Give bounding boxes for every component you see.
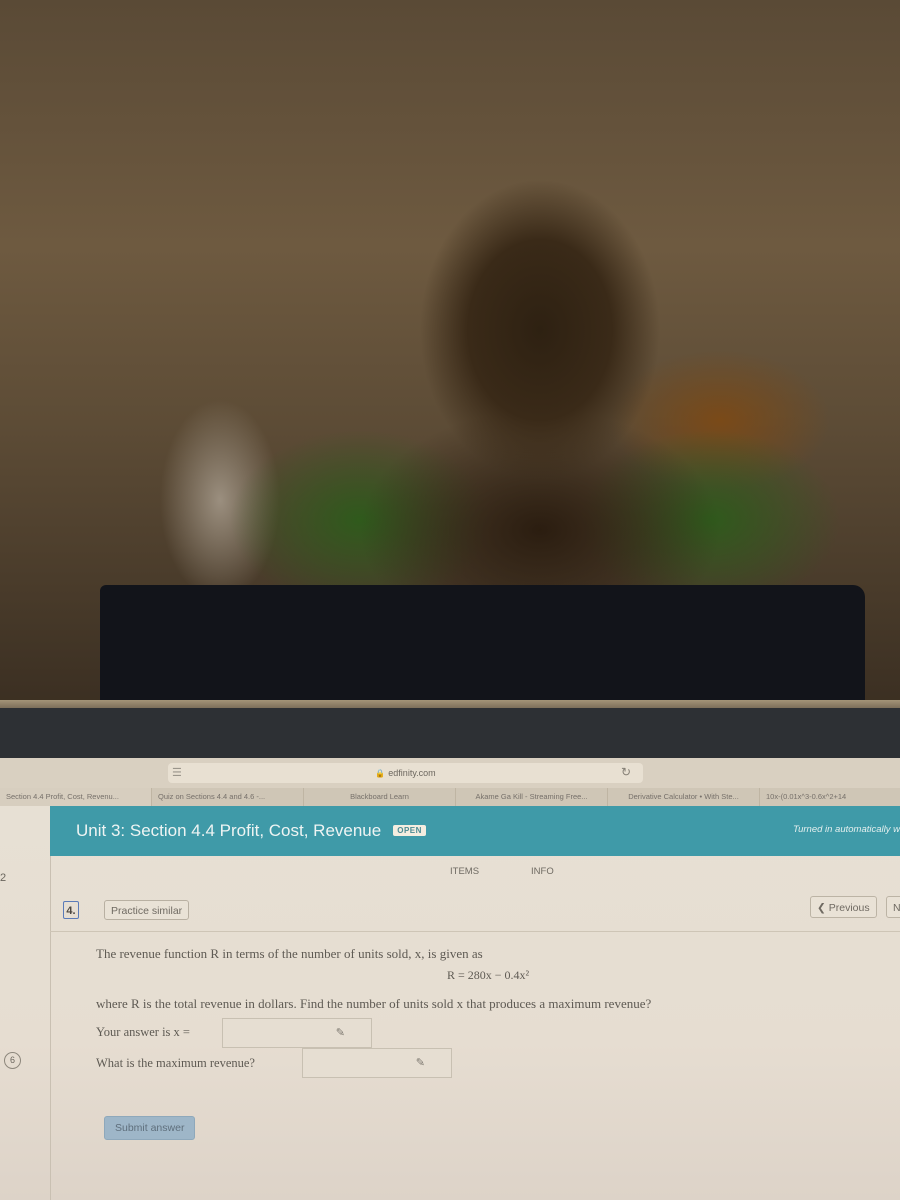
nav-tabs: ITEMS INFO (450, 866, 554, 877)
next-button[interactable]: N (886, 896, 900, 918)
answer1-label: Your answer is x = (96, 1025, 190, 1039)
edfinity-page: 2 6 Unit 3: Section 4.4 Profit, Cost, Re… (0, 806, 900, 1200)
browser-tab[interactable]: Blackboard Learn (304, 788, 456, 806)
browser-toolbar: ☰ 🔒 edfinity.com ↻ (0, 758, 900, 788)
status-badge: OPEN (393, 825, 426, 836)
pencil-icon[interactable]: ✎ (416, 1056, 425, 1069)
assignment-banner: Unit 3: Section 4.4 Profit, Cost, Revenu… (50, 806, 900, 856)
browser-tab[interactable]: Akame Ga Kill - Streaming Free... (456, 788, 608, 806)
tab-info[interactable]: INFO (531, 866, 554, 877)
assignment-title: Unit 3: Section 4.4 Profit, Cost, Revenu… (76, 821, 382, 840)
browser-tab[interactable]: 10x-(0.01x^3-0.6x^2+14 (760, 788, 900, 806)
pencil-icon[interactable]: ✎ (336, 1026, 345, 1039)
reload-icon[interactable]: ↻ (621, 765, 631, 779)
previous-button[interactable]: ❮ Previous (810, 896, 877, 918)
browser-tab[interactable]: Derivative Calculator • With Ste... (608, 788, 760, 806)
turned-in-note: Turned in automatically w (792, 824, 900, 835)
address-domain: edfinity.com (388, 768, 436, 778)
item-header-row: 4. Practice similar ❮ Previous N (50, 896, 900, 932)
problem-intro: The revenue function R in terms of the n… (96, 946, 483, 961)
screen-bezel-edge (0, 700, 900, 708)
revenue-formula: R = 280x − 0.4x² (447, 968, 530, 982)
practice-similar-button[interactable]: Practice similar (104, 900, 190, 920)
tab-bar: Section 4.4 Profit, Cost, Revenu... Quiz… (0, 788, 900, 806)
tab-items[interactable]: ITEMS (450, 866, 479, 877)
rail-number: 2 (0, 872, 7, 884)
page-title: Unit 3: Section 4.4 Profit, Cost, Revenu… (76, 821, 426, 841)
browser-tab[interactable]: Quiz on Sections 4.4 and 4.6 -... (152, 788, 304, 806)
previous-label: Previous (828, 902, 870, 914)
screen-bezel (0, 708, 900, 760)
left-rail: 2 6 (0, 806, 51, 1200)
address-bar[interactable]: ☰ 🔒 edfinity.com ↻ (168, 763, 643, 783)
lock-icon: 🔒 (375, 768, 386, 778)
item-number: 4. (63, 901, 79, 919)
hamburger-icon[interactable]: ☰ (172, 766, 182, 779)
browser-tab[interactable]: Section 4.4 Profit, Cost, Revenu... (0, 788, 152, 806)
submit-answer-button[interactable]: Submit answer (104, 1116, 196, 1140)
chevron-left-icon: ❮ (817, 902, 826, 914)
browser-window: ☰ 🔒 edfinity.com ↻ Section 4.4 Profit, C… (0, 758, 900, 1200)
rail-circle-number[interactable]: 6 (4, 1052, 21, 1069)
keyboard-reflection (100, 585, 865, 700)
answer-x-input[interactable]: ✎ (222, 1018, 372, 1048)
answer2-label: What is the maximum revenue? (96, 1056, 255, 1070)
problem-question: where R is the total revenue in dollars.… (96, 996, 652, 1011)
max-revenue-input[interactable]: ✎ (302, 1048, 452, 1078)
